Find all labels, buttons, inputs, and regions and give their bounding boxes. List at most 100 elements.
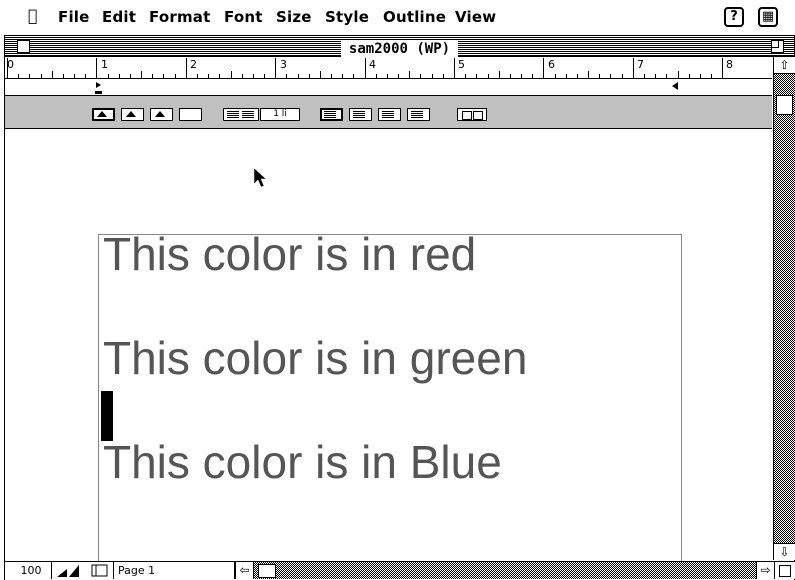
scroll-up-arrow-icon[interactable]: ⇧ [774, 57, 795, 74]
ruler-tick [286, 74, 288, 78]
menu-outline[interactable]: Outline [383, 8, 446, 26]
ruler-tick [297, 74, 299, 78]
justify-button[interactable] [407, 108, 430, 121]
ruler-tick [521, 74, 523, 78]
menu-edit[interactable]: Edit [102, 8, 136, 26]
ruler-tick [185, 58, 187, 78]
ruler-number: 6 [548, 58, 555, 71]
document-area[interactable]: This color is in red This color is in gr… [5, 129, 772, 561]
menu-style[interactable]: Style [325, 8, 369, 26]
ruler-tick [699, 74, 701, 78]
ruler-number: 2 [190, 58, 197, 71]
mouse-pointer-icon [253, 167, 267, 188]
horizontal-scrollbar[interactable]: ⇦ ⇨ [234, 562, 774, 579]
align-right-button[interactable] [378, 108, 401, 121]
text-line-green[interactable]: This color is in green [103, 331, 527, 385]
ruler-tick [711, 74, 713, 78]
line-spacing-field[interactable]: 1 li [260, 108, 300, 121]
scroll-left-arrow-icon[interactable]: ⇦ [236, 562, 254, 579]
ruler-tick [655, 74, 657, 78]
ruler-tick [677, 71, 679, 78]
menu-bar:  File Edit Format Font Size Style Outli… [0, 0, 795, 34]
ruler-tick [476, 74, 478, 78]
text-line-red[interactable]: This color is in red [103, 227, 476, 281]
ruler-tick [353, 74, 355, 78]
align-center-button[interactable] [349, 108, 372, 121]
menu-view[interactable]: View [455, 8, 496, 26]
title-bar[interactable]: sam2000 (WP) [5, 36, 794, 57]
page-view-icon[interactable] [91, 564, 109, 578]
ruler-tick [610, 74, 612, 78]
document-window: sam2000 (WP) 0 1 2 3 4 5 6 7 8 1 li This… [4, 35, 795, 580]
application-icon[interactable]: ▦ [758, 7, 778, 27]
ruler-tick [588, 71, 590, 78]
apple-menu-icon[interactable]:  [28, 6, 38, 25]
ruler-tick [465, 74, 467, 78]
columns-button[interactable] [457, 108, 487, 121]
ruler-tick [487, 74, 489, 78]
tab-left-button[interactable] [92, 108, 115, 121]
ruler-tick [543, 58, 545, 78]
text-line-blue[interactable]: This color is in Blue [103, 435, 502, 489]
ruler-tick [241, 74, 243, 78]
ruler-tick [632, 58, 634, 78]
ruler-tick [364, 58, 366, 78]
ruler-tick [129, 74, 131, 78]
ruler-tick [62, 74, 64, 78]
menu-file[interactable]: File [58, 8, 90, 26]
ruler-tick [308, 74, 310, 78]
tab-right-button[interactable] [150, 108, 173, 121]
align-left-button[interactable] [320, 108, 343, 121]
ruler-tick [40, 74, 42, 78]
left-indent-marker-icon[interactable] [94, 81, 104, 95]
ruler-number: 7 [637, 58, 644, 71]
ruler-tick [208, 74, 210, 78]
ruler-tick [509, 74, 511, 78]
line-spacing-buttons[interactable] [223, 108, 259, 121]
ruler-tick [666, 74, 668, 78]
ruler-tick [498, 71, 500, 78]
tab-center-button[interactable] [121, 108, 144, 121]
format-toolbar: 1 li [5, 96, 772, 129]
ruler-tick [621, 74, 623, 78]
scroll-down-arrow-icon[interactable]: ⇩ [774, 543, 795, 560]
ruler-tick [85, 74, 87, 78]
vertical-scrollbar[interactable]: ⇧ ⇩ [773, 57, 795, 560]
question-icon[interactable]: ? [724, 7, 744, 27]
ruler-tick [342, 74, 344, 78]
ruler-number: 0 [7, 58, 14, 71]
menu-size[interactable]: Size [276, 8, 312, 26]
text-cursor [101, 391, 113, 441]
grow-box-icon[interactable] [774, 562, 795, 579]
ruler-tick [118, 74, 120, 78]
menu-format[interactable]: Format [149, 8, 210, 26]
right-indent-marker-icon[interactable] [671, 81, 679, 93]
zoom-controls-icon[interactable] [55, 564, 91, 578]
menu-font[interactable]: Font [224, 8, 263, 26]
ruler-tick [219, 74, 221, 78]
ruler-number: 1 [101, 58, 108, 71]
vertical-scroll-thumb[interactable] [776, 95, 793, 115]
page-indicator[interactable]: Page 1 [113, 562, 233, 579]
horizontal-scroll-thumb[interactable] [258, 564, 276, 578]
zoom-box-icon[interactable] [771, 40, 784, 53]
ruler-tick [409, 71, 411, 78]
ruler-tick [386, 74, 388, 78]
ruler-tick [688, 74, 690, 78]
ruler-tick [230, 71, 232, 78]
ruler-tick [643, 74, 645, 78]
ruler[interactable]: 0 1 2 3 4 5 6 7 8 [5, 57, 772, 96]
ruler-tick [599, 74, 601, 78]
ruler-tick [442, 74, 444, 78]
tab-decimal-button[interactable] [179, 108, 202, 121]
scroll-right-arrow-icon[interactable]: ⇨ [756, 562, 774, 579]
ruler-tick [331, 74, 333, 78]
status-bar: 100 Page 1 ⇦ ⇨ [5, 561, 795, 580]
ruler-tick [722, 58, 724, 78]
window-title: sam2000 (WP) [340, 41, 459, 57]
zoom-level[interactable]: 100 [11, 562, 52, 579]
ruler-tick [264, 74, 266, 78]
text-frame[interactable]: This color is in red This color is in gr… [98, 228, 682, 561]
ruler-tick [51, 71, 53, 78]
ruler-tick [29, 74, 31, 78]
